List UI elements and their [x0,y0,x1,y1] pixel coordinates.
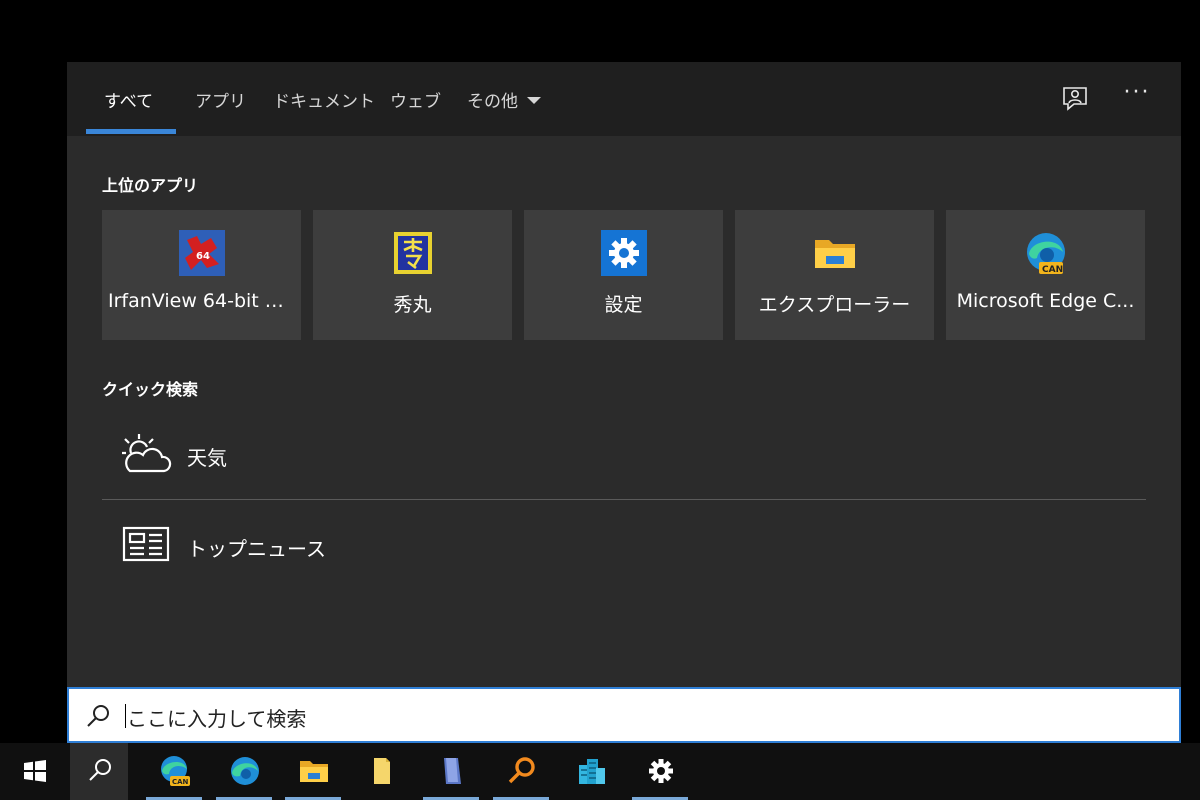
tab-all[interactable]: すべて [104,87,153,112]
blue-document-icon [444,758,461,784]
active-tab-indicator [86,129,176,134]
app-tile-label: IrfanView 64-bit A... [108,290,296,312]
buildings-icon [579,759,605,784]
orange-magnifier-icon [508,757,535,784]
settings-icon [601,230,647,276]
quick-search-label: トップニュース [187,537,326,561]
search-box[interactable]: ここに入力して検索 [67,687,1181,743]
text-cursor [125,704,126,728]
edge-icon [231,757,259,785]
edge-canary-icon: CAN [161,756,190,786]
quick-search-weather[interactable]: 天気 [102,411,1146,499]
divider [102,499,1146,500]
filter-bar: すべて アプリ ドキュメント ウェブ その他 ··· [67,62,1181,136]
app-tile-label: 設定 [604,294,643,316]
tab-more-label: その他 [467,92,518,112]
yellow-file-icon [374,758,390,784]
quick-search-label: 天気 [187,446,227,470]
taskbar-edge-canary[interactable]: CAN [145,743,203,800]
tab-apps[interactable]: アプリ [195,87,246,112]
search-panel: すべて アプリ ドキュメント ウェブ その他 ··· 上位のアプリ 64 Irf… [67,62,1181,687]
gear-icon [649,759,673,783]
taskbar-search-button[interactable] [70,743,128,800]
svg-text:64: 64 [196,251,210,262]
app-tile-settings[interactable]: 設定 [524,210,723,340]
search-input[interactable]: ここに入力して検索 [127,703,306,732]
tab-web[interactable]: ウェブ [390,87,441,112]
more-options-button[interactable]: ··· [1120,80,1154,110]
chevron-down-icon [527,97,541,104]
start-button[interactable] [5,743,63,800]
taskbar: CAN [0,743,1200,800]
tab-more[interactable]: その他 [467,87,541,112]
taskbar-edge[interactable] [215,743,273,800]
top-apps-heading: 上位のアプリ [102,176,199,195]
quick-search-heading: クイック検索 [102,380,199,399]
edge-canary-icon: CAN [1023,230,1069,276]
app-tile-explorer[interactable]: エクスプローラー [735,210,934,340]
taskbar-notes-app[interactable] [352,743,410,800]
tab-documents[interactable]: ドキュメント [273,87,375,112]
search-icon [85,703,111,729]
app-tile-edge-canary[interactable]: CAN Microsoft Edge C... [946,210,1145,340]
irfanview-icon: 64 [179,230,225,276]
app-tile-irfanview[interactable]: 64 IrfanView 64-bit A... [102,210,301,340]
svg-text:CAN: CAN [172,778,189,786]
taskbar-document-app[interactable] [422,743,480,800]
news-icon [122,524,172,566]
taskbar-file-explorer[interactable] [284,743,342,800]
app-tile-label: エクスプローラー [758,294,911,316]
quick-search-top-news[interactable]: トップニュース [102,502,1146,590]
windows-logo-icon [24,760,46,782]
taskbar-settings[interactable] [631,743,689,800]
explorer-folder-icon [812,230,858,276]
app-tile-label: Microsoft Edge C... [956,290,1135,312]
taskbar-search-app[interactable] [492,743,550,800]
app-tile-hidemaru[interactable]: 秀丸 [313,210,512,340]
hidemaru-icon [390,230,436,276]
taskbar-buildings-app[interactable] [562,743,620,800]
feedback-icon[interactable] [1060,84,1090,114]
app-tile-label: 秀丸 [393,294,432,316]
weather-icon [122,433,172,475]
search-icon [89,759,111,781]
svg-text:CAN: CAN [1042,265,1063,275]
folder-icon [300,761,328,782]
